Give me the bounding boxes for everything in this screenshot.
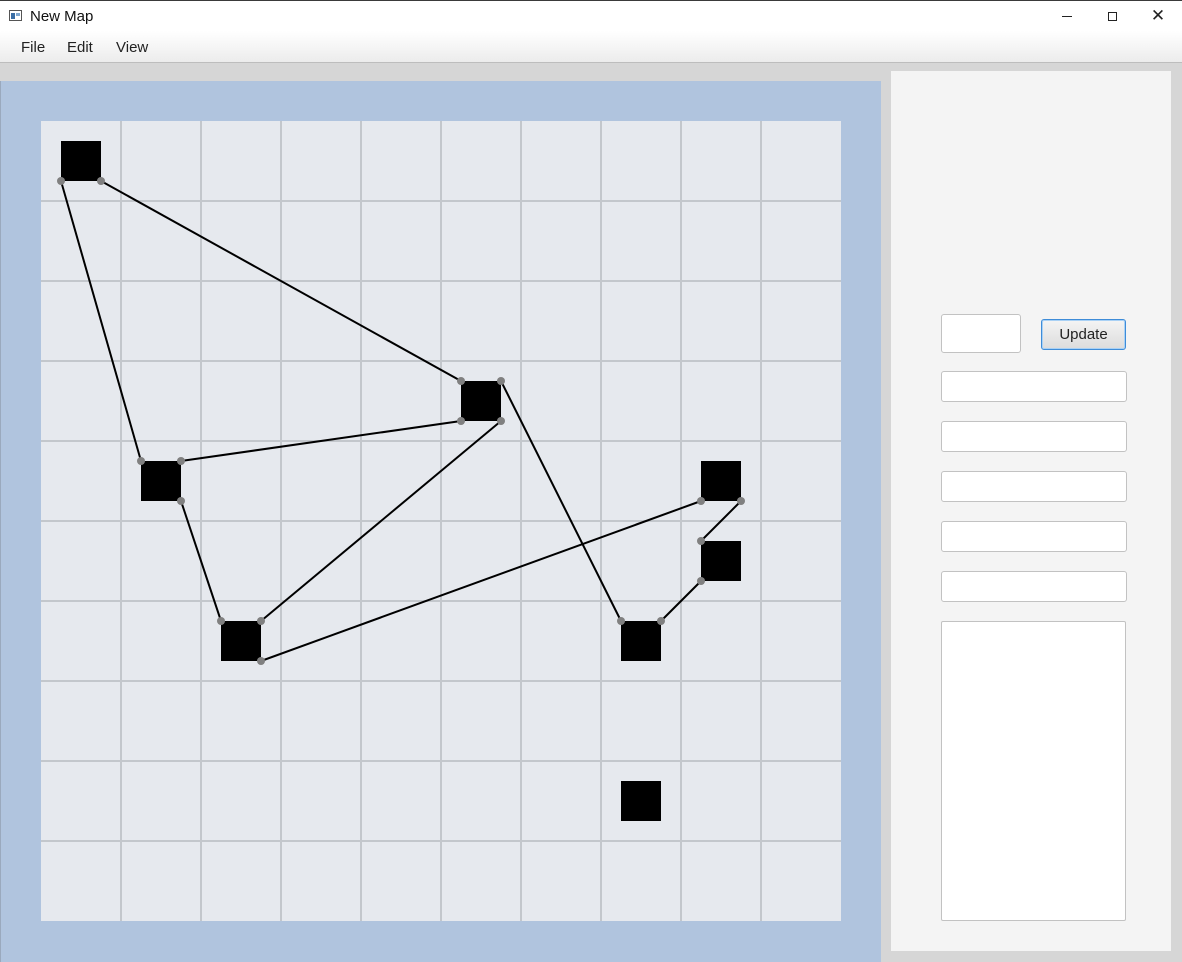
map-node[interactable] <box>701 541 741 581</box>
edge-port[interactable] <box>97 177 105 185</box>
edge-port[interactable] <box>617 617 625 625</box>
small-input-field[interactable] <box>941 314 1021 353</box>
input-field-3[interactable] <box>941 471 1127 502</box>
edge-port[interactable] <box>697 577 705 585</box>
menu-file[interactable]: File <box>21 39 45 56</box>
edge-port[interactable] <box>457 417 465 425</box>
input-field-1[interactable] <box>941 371 1127 402</box>
map-node[interactable] <box>461 381 501 421</box>
menu-bar: File Edit View <box>0 31 1182 63</box>
text-area[interactable] <box>941 621 1126 921</box>
maximize-button[interactable] <box>1089 1 1135 31</box>
input-field-5[interactable] <box>941 571 1127 602</box>
minimize-icon <box>1062 15 1072 17</box>
edge-port[interactable] <box>257 657 265 665</box>
update-button[interactable]: Update <box>1041 319 1126 350</box>
input-field-4[interactable] <box>941 521 1127 552</box>
maximize-icon <box>1107 11 1117 21</box>
edge-port[interactable] <box>457 377 465 385</box>
edge-port[interactable] <box>217 617 225 625</box>
map-node[interactable] <box>141 461 181 501</box>
edge-port[interactable] <box>177 457 185 465</box>
menu-edit[interactable]: Edit <box>67 39 93 56</box>
menu-view[interactable]: View <box>116 39 148 56</box>
window-title: New Map <box>30 8 94 25</box>
map-grid[interactable] <box>41 121 841 921</box>
edge-port[interactable] <box>697 537 705 545</box>
minimize-button[interactable] <box>1044 1 1090 31</box>
edge-port[interactable] <box>497 417 505 425</box>
close-icon: ✕ <box>1150 5 1166 26</box>
app-window-icon <box>9 10 22 21</box>
edge-port[interactable] <box>497 377 505 385</box>
input-field-2[interactable] <box>941 421 1127 452</box>
map-node[interactable] <box>61 141 101 181</box>
close-button[interactable]: ✕ <box>1135 1 1181 31</box>
edge-port[interactable] <box>137 457 145 465</box>
map-node[interactable] <box>221 621 261 661</box>
map-node[interactable] <box>621 781 661 821</box>
edge-port[interactable] <box>257 617 265 625</box>
edge-port[interactable] <box>697 497 705 505</box>
map-node[interactable] <box>701 461 741 501</box>
map-node[interactable] <box>621 621 661 661</box>
title-bar[interactable]: New Map ✕ <box>0 0 1182 31</box>
edge-port[interactable] <box>737 497 745 505</box>
edge-port[interactable] <box>657 617 665 625</box>
map-canvas[interactable] <box>41 121 841 921</box>
edge-port[interactable] <box>177 497 185 505</box>
edge-port[interactable] <box>57 177 65 185</box>
